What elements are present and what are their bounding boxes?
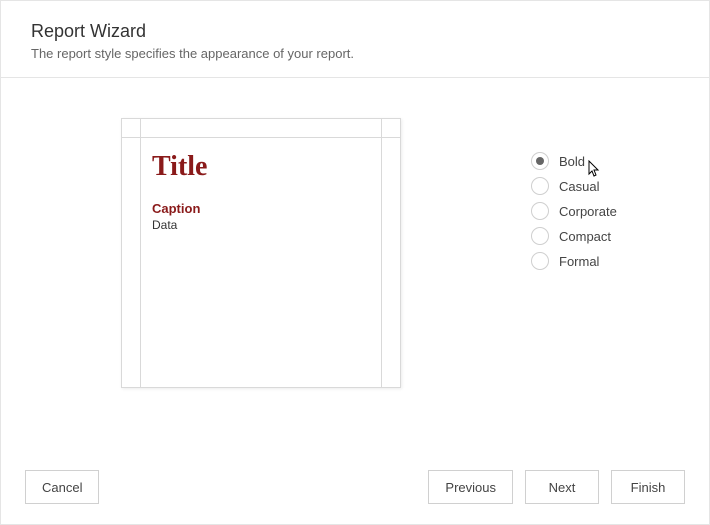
radio-icon bbox=[531, 152, 549, 170]
footer-spacer bbox=[99, 470, 416, 504]
preview-body: Title Caption Data bbox=[152, 151, 370, 232]
dialog-header: Report Wizard The report style specifies… bbox=[1, 1, 709, 78]
dialog-title: Report Wizard bbox=[31, 21, 679, 42]
finish-button[interactable]: Finish bbox=[611, 470, 685, 504]
radio-icon bbox=[531, 252, 549, 270]
preview-grid-line bbox=[122, 137, 400, 138]
style-option-formal[interactable]: Formal bbox=[531, 252, 617, 270]
previous-button[interactable]: Previous bbox=[428, 470, 513, 504]
style-option-casual[interactable]: Casual bbox=[531, 177, 617, 195]
radio-icon bbox=[531, 227, 549, 245]
style-option-label: Casual bbox=[559, 179, 599, 194]
dialog-content: Title Caption Data Bold Casual bbox=[1, 78, 709, 456]
report-wizard-dialog: Report Wizard The report style specifies… bbox=[0, 0, 710, 525]
style-option-bold[interactable]: Bold bbox=[531, 152, 617, 170]
preview-data: Data bbox=[152, 218, 370, 232]
preview-caption: Caption bbox=[152, 201, 370, 216]
style-option-label: Bold bbox=[559, 154, 585, 169]
dialog-footer: Cancel Previous Next Finish bbox=[1, 456, 709, 524]
radio-icon bbox=[531, 177, 549, 195]
style-option-compact[interactable]: Compact bbox=[531, 227, 617, 245]
style-option-corporate[interactable]: Corporate bbox=[531, 202, 617, 220]
style-options-list: Bold Casual Corporate Compact bbox=[531, 152, 617, 270]
style-preview-panel: Title Caption Data bbox=[121, 118, 401, 388]
radio-icon bbox=[531, 202, 549, 220]
style-option-label: Formal bbox=[559, 254, 599, 269]
style-option-label: Compact bbox=[559, 229, 611, 244]
next-button[interactable]: Next bbox=[525, 470, 599, 504]
cancel-button[interactable]: Cancel bbox=[25, 470, 99, 504]
preview-title: Title bbox=[152, 151, 370, 183]
dialog-subtitle: The report style specifies the appearanc… bbox=[31, 46, 679, 61]
style-option-label: Corporate bbox=[559, 204, 617, 219]
style-preview: Title Caption Data bbox=[121, 118, 401, 388]
